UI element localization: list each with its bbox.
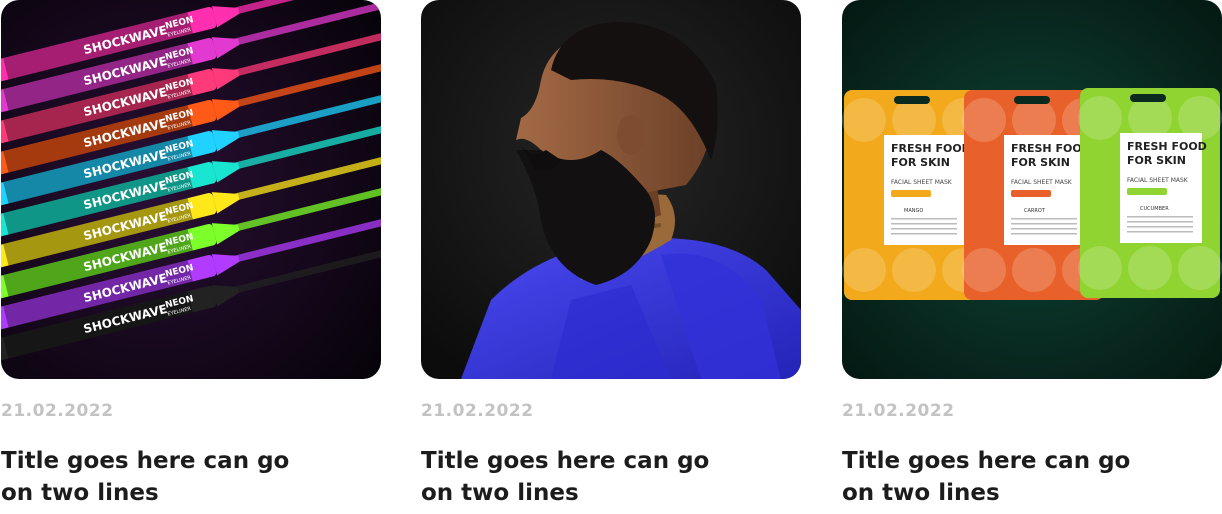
svg-text:CARROT: CARROT xyxy=(1024,208,1046,214)
svg-text:FACIAL SHEET MASK: FACIAL SHEET MASK xyxy=(891,179,953,186)
portrait-illustration xyxy=(421,0,801,379)
article-title[interactable]: Title goes here can go on two lines xyxy=(842,445,1142,509)
pack-headline-text: FRESH FOOD xyxy=(891,142,971,155)
article-card[interactable]: 21.02.2022 Title goes here can go on two… xyxy=(421,0,801,509)
article-grid: SHOCKWAVE NEON EYELINER SHOCKWAVE NEON EYELIN… xyxy=(0,0,1222,514)
article-card[interactable]: SHOCKWAVE NEON EYELINER SHOCKWAVE NEON EYELIN… xyxy=(1,0,381,509)
article-image-sheet-masks[interactable]: FRESH FOOD FOR SKIN FACIAL SHEET MASK MANGO… xyxy=(842,0,1222,379)
article-date: 21.02.2022 xyxy=(842,401,955,421)
eyeliner-illustration: SHOCKWAVENEONEYELINERSHOCKWAVENEONEYELIN… xyxy=(1,0,381,379)
article-card[interactable]: FRESH FOOD FOR SKIN FACIAL SHEET MASK MANGO… xyxy=(842,0,1222,509)
pack-headline-text: FOR SKIN xyxy=(891,156,950,169)
svg-text:MANGO: MANGO xyxy=(904,208,923,214)
svg-text:CUCUMBER: CUCUMBER xyxy=(1140,206,1169,212)
svg-text:FACIAL SHEET MASK: FACIAL SHEET MASK xyxy=(1011,179,1073,186)
sheet-mask-pack: FRESH FOODFOR SKIN FACIAL SHEET MASK CUCUM… xyxy=(1078,88,1222,298)
pack-headline-text: FOR SKIN xyxy=(1011,156,1070,169)
pack-headline-text: FRESH FOOD xyxy=(1127,140,1207,153)
pack-headline-text: FOR SKIN xyxy=(1127,154,1186,167)
article-date: 21.02.2022 xyxy=(421,401,534,421)
article-title[interactable]: Title goes here can go on two lines xyxy=(421,445,721,509)
article-image-eyeliners[interactable]: SHOCKWAVE NEON EYELINER SHOCKWAVE NEON EYELIN… xyxy=(1,0,381,379)
article-image-portrait[interactable] xyxy=(421,0,801,379)
article-date: 21.02.2022 xyxy=(1,401,114,421)
svg-text:FACIAL SHEET MASK: FACIAL SHEET MASK xyxy=(1127,177,1189,184)
pack-headline-text: FRESH FOOD xyxy=(1011,142,1091,155)
article-title[interactable]: Title goes here can go on two lines xyxy=(1,445,301,509)
sheet-mask-illustration: FRESH FOODFOR SKINFACIAL SHEET MASKMANGO… xyxy=(842,0,1222,379)
